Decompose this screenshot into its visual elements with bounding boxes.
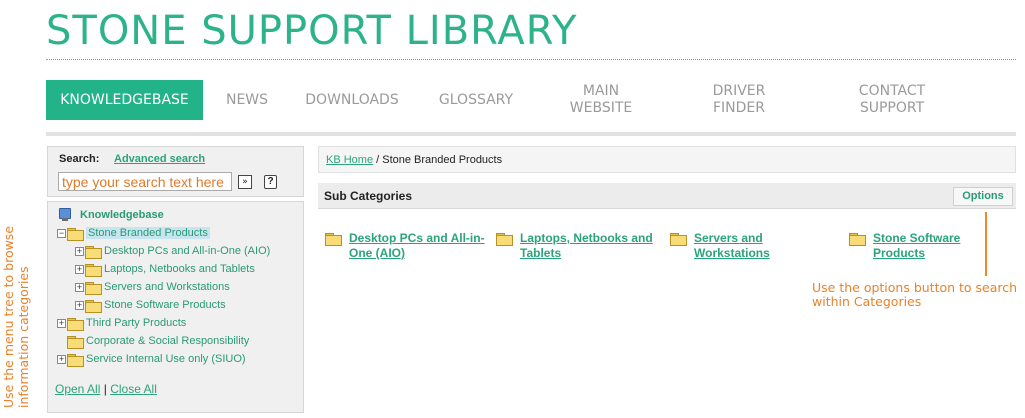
- options-annotation-line: [985, 212, 987, 276]
- nav-divider: [46, 132, 1016, 136]
- folder-icon: [85, 245, 102, 259]
- subcategory-item: Stone Software Products: [849, 231, 1014, 261]
- tree-footer: Open All | Close All: [55, 382, 157, 396]
- tree-item: + Desktop PCs and All-in-One (AIO): [75, 243, 270, 259]
- subcategory-link[interactable]: Desktop PCs and All-in- One (AIO): [349, 231, 485, 261]
- close-all-link[interactable]: Close All: [110, 382, 157, 396]
- folder-icon: [325, 233, 342, 246]
- tree-item-label[interactable]: Desktop PCs and All-in-One (AIO): [104, 245, 270, 257]
- expand-icon[interactable]: +: [75, 282, 84, 292]
- folder-icon: [670, 233, 687, 246]
- subcategory-item: Laptops, Netbooks and Tablets: [496, 231, 661, 261]
- category-tree: Knowledgebase − Stone Branded Products +…: [47, 201, 304, 413]
- folder-icon: [85, 299, 102, 313]
- subcategories-title: Sub Categories: [324, 189, 413, 203]
- tree-footer-separator: |: [103, 382, 107, 396]
- subcategories-header: Sub Categories Options: [318, 183, 1016, 209]
- folder-icon: [496, 233, 513, 246]
- title-divider: [46, 59, 1016, 60]
- nav-news[interactable]: NEWS: [216, 80, 278, 120]
- search-input[interactable]: [58, 172, 232, 191]
- folder-icon: [67, 227, 84, 241]
- main-nav: KNOWLEDGEBASE NEWS DOWNLOADS GLOSSARY MA…: [46, 80, 1016, 120]
- expand-icon[interactable]: +: [75, 264, 84, 274]
- subcategory-link[interactable]: Laptops, Netbooks and Tablets: [520, 231, 653, 261]
- folder-icon: [67, 353, 84, 367]
- search-go-button[interactable]: »: [238, 175, 252, 189]
- subcategory-item: Desktop PCs and All-in- One (AIO): [325, 231, 490, 261]
- tree-item-label[interactable]: Laptops, Netbooks and Tablets: [104, 263, 255, 275]
- site-title: STONE SUPPORT LIBRARY: [46, 8, 578, 54]
- search-panel: Search: Advanced search » ?: [47, 146, 304, 197]
- tree-item-label[interactable]: Stone Branded Products: [86, 227, 210, 239]
- advanced-search-link[interactable]: Advanced search: [114, 153, 205, 165]
- tree-annotation: Use the menu tree to browse information …: [1, 225, 31, 408]
- tree-item: Corporate & Social Responsibility: [57, 333, 249, 349]
- expand-icon[interactable]: +: [57, 354, 66, 364]
- nav-downloads[interactable]: DOWNLOADS: [302, 80, 402, 120]
- folder-icon: [67, 317, 84, 331]
- expand-icon[interactable]: +: [57, 318, 66, 328]
- tree-item: + Servers and Workstations: [75, 279, 230, 295]
- knowledgebase-icon: [58, 208, 72, 222]
- options-button[interactable]: Options: [953, 187, 1013, 206]
- nav-knowledgebase[interactable]: KNOWLEDGEBASE: [46, 80, 203, 120]
- collapse-icon[interactable]: −: [57, 228, 66, 238]
- nav-glossary[interactable]: GLOSSARY: [434, 80, 518, 120]
- nav-contact-support[interactable]: CONTACT SUPPORT: [842, 80, 942, 120]
- subcategory-link[interactable]: Stone Software Products: [873, 231, 960, 261]
- tree-item-label[interactable]: Stone Software Products: [104, 299, 226, 311]
- folder-icon: [85, 263, 102, 277]
- tree-item: + Laptops, Netbooks and Tablets: [75, 261, 255, 277]
- tree-item: + Service Internal Use only (SIUO): [57, 351, 246, 367]
- folder-icon: [849, 233, 866, 246]
- tree-item-label[interactable]: Servers and Workstations: [104, 281, 230, 293]
- breadcrumb-home-link[interactable]: KB Home: [326, 154, 373, 166]
- tree-root-label[interactable]: Knowledgebase: [80, 209, 164, 221]
- options-annotation: Use the options button to search within …: [812, 280, 1018, 309]
- search-label: Search:: [59, 153, 100, 165]
- tree-item: − Stone Branded Products: [57, 225, 210, 241]
- open-all-link[interactable]: Open All: [55, 382, 100, 396]
- nav-driver-finder[interactable]: DRIVER FINDER: [696, 80, 782, 120]
- tree-item: + Third Party Products: [57, 315, 186, 331]
- subcategory-item: Servers and Workstations: [670, 231, 835, 261]
- tree-root: Knowledgebase: [58, 207, 164, 223]
- subcategory-link[interactable]: Servers and Workstations: [694, 231, 770, 261]
- nav-main-website[interactable]: MAIN WEBSITE: [558, 80, 644, 120]
- expand-icon[interactable]: +: [75, 246, 84, 256]
- tree-item: + Stone Software Products: [75, 297, 226, 313]
- folder-icon: [67, 335, 84, 349]
- breadcrumb-separator: /: [373, 154, 383, 166]
- breadcrumb-current: Stone Branded Products: [382, 154, 503, 166]
- tree-item-label[interactable]: Service Internal Use only (SIUO): [86, 353, 246, 365]
- tree-item-label[interactable]: Third Party Products: [86, 317, 186, 329]
- folder-icon: [85, 281, 102, 295]
- breadcrumb: KB Home / Stone Branded Products: [318, 146, 1016, 173]
- tree-item-label[interactable]: Corporate & Social Responsibility: [86, 335, 249, 347]
- search-help-button[interactable]: ?: [264, 175, 277, 189]
- expand-icon[interactable]: +: [75, 300, 84, 310]
